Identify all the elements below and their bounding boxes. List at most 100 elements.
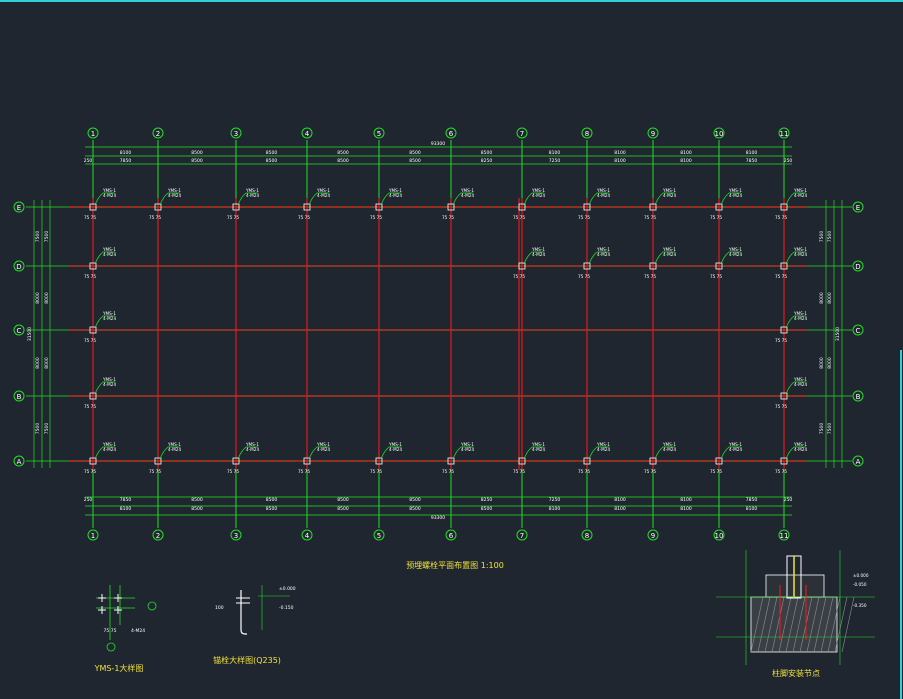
anchor-bolt-shape <box>240 590 247 635</box>
dimension-text: 8000 <box>819 292 825 304</box>
axis-bubble-label: 6 <box>449 130 454 138</box>
bolt-marker[interactable]: YMS-14-M2475 75 <box>644 188 676 220</box>
bolt-marker[interactable]: YMS-14-M2475 75 <box>775 311 807 343</box>
bolt-spec: 4-M24 <box>663 193 676 198</box>
bolt-marker[interactable]: YMS-14-M2475 75 <box>298 442 330 474</box>
bolt-spacing: 75 75 <box>775 215 787 220</box>
dimension-text: 8500 <box>481 150 493 156</box>
bolt-spec: 4-M24 <box>461 193 474 198</box>
bolt-spacing: 75 75 <box>84 404 96 409</box>
dimension-text: 31500 <box>835 327 841 341</box>
dimension-text: 8000 <box>35 357 41 369</box>
bolt-marker[interactable]: YMS-14-M2475 75 <box>578 442 610 474</box>
bolt-marker[interactable]: YMS-14-M2475 75 <box>370 188 402 220</box>
bolt-detail-title: YMS-1大样图 <box>94 663 144 673</box>
anchor-elev: ±0.000 <box>279 586 296 592</box>
bolt-marker[interactable]: YMS-14-M2475 75 <box>227 188 259 220</box>
dimension-text: 31500 <box>27 327 33 341</box>
bolt-marker[interactable]: YMS-14-M2475 75 <box>84 377 116 409</box>
dimension-text: 8500 <box>337 497 349 503</box>
bolt-marker[interactable]: YMS-14-M2475 75 <box>775 442 807 474</box>
dimension-text: 7250 <box>549 497 561 503</box>
bolt-marker[interactable]: YMS-14-M2475 75 <box>370 442 402 474</box>
dimension-text: 7500 <box>44 423 50 435</box>
dimension-text: 7500 <box>35 231 41 243</box>
bolt-marker[interactable]: YMS-14-M2475 75 <box>227 442 259 474</box>
dimension-text: 8100 <box>614 150 626 156</box>
dimension-text: 8500 <box>409 150 421 156</box>
bolt-marker[interactable]: YMS-14-M2475 75 <box>84 442 116 474</box>
bolt-spacing: 75 75 <box>578 215 590 220</box>
dimension-text: 8100 <box>680 497 692 503</box>
anchor-detail-title: 锚栓大样图(Q235) <box>213 655 281 665</box>
node-elev: ±0.000 <box>853 573 869 578</box>
bolt-spec: 4-M24 <box>103 252 116 257</box>
axis-bubble-label: 5 <box>377 130 381 138</box>
bolt-spacing: 75 75 <box>644 469 656 474</box>
bolt-marker[interactable]: YMS-14-M2475 75 <box>710 188 742 220</box>
bolt-detail-drawing: 75 75 4-M24 <box>96 585 157 652</box>
edge-dim: 250 <box>784 158 793 164</box>
bolt-spec: 4-M24 <box>794 316 807 321</box>
bolt-marker[interactable]: YMS-14-M2475 75 <box>84 188 116 220</box>
edge-dim: 250 <box>784 497 793 503</box>
bolt-marker[interactable]: YMS-14-M2475 75 <box>644 247 676 279</box>
axis-bubble-label: 5 <box>377 532 381 540</box>
bolt-spec: 4-M24 <box>317 193 330 198</box>
axis-bubble-label: E <box>856 204 860 212</box>
cad-drawing[interactable]: 11223344556677889910101111E ED DC CB BA A9330… <box>0 0 903 699</box>
bolt-marker[interactable]: YMS-14-M2475 75 <box>710 247 742 279</box>
bolt-spec: 4-M24 <box>794 193 807 198</box>
bolt-marker[interactable]: YMS-14-M2475 75 <box>442 188 474 220</box>
bolt-marker[interactable]: YMS-14-M2475 75 <box>710 442 742 474</box>
bolt-spec: 4-M24 <box>389 447 402 452</box>
dimension-text: 8500 <box>409 158 421 164</box>
dimension-text: 8100 <box>120 150 132 156</box>
dimension-text: 8000 <box>827 292 833 304</box>
axis-bubble-label: E <box>17 204 21 212</box>
bolt-spacing: 75 75 <box>442 469 454 474</box>
column-base <box>765 574 825 598</box>
dimension-text: 8000 <box>827 357 833 369</box>
axis-bubble-label: 2 <box>156 130 160 138</box>
bolt-marker[interactable]: YMS-14-M2475 75 <box>513 188 545 220</box>
bolt-marker[interactable]: YMS-14-M2475 75 <box>644 442 676 474</box>
bolt-spec: 4-M24 <box>389 193 402 198</box>
axis-bubble-label: 2 <box>156 532 160 540</box>
bolt-marker[interactable]: YMS-14-M2475 75 <box>442 442 474 474</box>
dimension-text: 8100 <box>549 150 561 156</box>
dimension-text: 8100 <box>746 506 758 512</box>
axis-bubble-label: D <box>16 263 21 271</box>
bolt-spec: 4-M24 <box>103 382 116 387</box>
dimension-text: 8250 <box>481 158 493 164</box>
bolt-cross-icon <box>98 594 106 602</box>
bolt-marker[interactable]: YMS-14-M2475 75 <box>513 442 545 474</box>
bolt-marker[interactable]: YMS-14-M2475 75 <box>84 247 116 279</box>
bolt-spacing: 75 75 <box>84 469 96 474</box>
bolt-marker[interactable]: YMS-14-M2475 75 <box>513 247 545 279</box>
bolt-marker[interactable]: YMS-14-M2475 75 <box>775 247 807 279</box>
bolt-cross-icon <box>114 606 122 614</box>
axis-bubble-label: 11 <box>780 532 789 540</box>
bolt-marker[interactable]: YMS-14-M2475 75 <box>775 188 807 220</box>
bolt-marker[interactable]: YMS-14-M2475 75 <box>84 311 116 343</box>
bolt-marker[interactable]: YMS-14-M2475 75 <box>578 247 610 279</box>
bolt-spec: 4-M24 <box>729 447 742 452</box>
bolt-spec: 4-M24 <box>597 252 610 257</box>
bolt-spacing: 75 75 <box>775 274 787 279</box>
axis-bubble-label: 8 <box>585 130 589 138</box>
anchor-detail-drawing: ±0.000 -0.150 100 <box>215 585 296 635</box>
bolt-marker[interactable]: YMS-14-M2475 75 <box>578 188 610 220</box>
bolt-spacing: 75 75 <box>149 215 161 220</box>
dimension-text: 8100 <box>120 506 132 512</box>
bolt-marker[interactable]: YMS-14-M2475 75 <box>775 377 807 409</box>
bolt-spacing: 75 75 <box>84 215 96 220</box>
dimension-text: 8100 <box>549 506 561 512</box>
axis-bubble-label: A <box>856 458 861 466</box>
dimension-text: 8500 <box>266 497 278 503</box>
bolt-marker[interactable]: YMS-14-M2475 75 <box>298 188 330 220</box>
bolt-marker[interactable]: YMS-14-M2475 75 <box>149 442 181 474</box>
bolt-marker[interactable]: YMS-14-M2475 75 <box>149 188 181 220</box>
dimension-text: 8100 <box>614 158 626 164</box>
bolt-spacing: 75 75 <box>84 274 96 279</box>
